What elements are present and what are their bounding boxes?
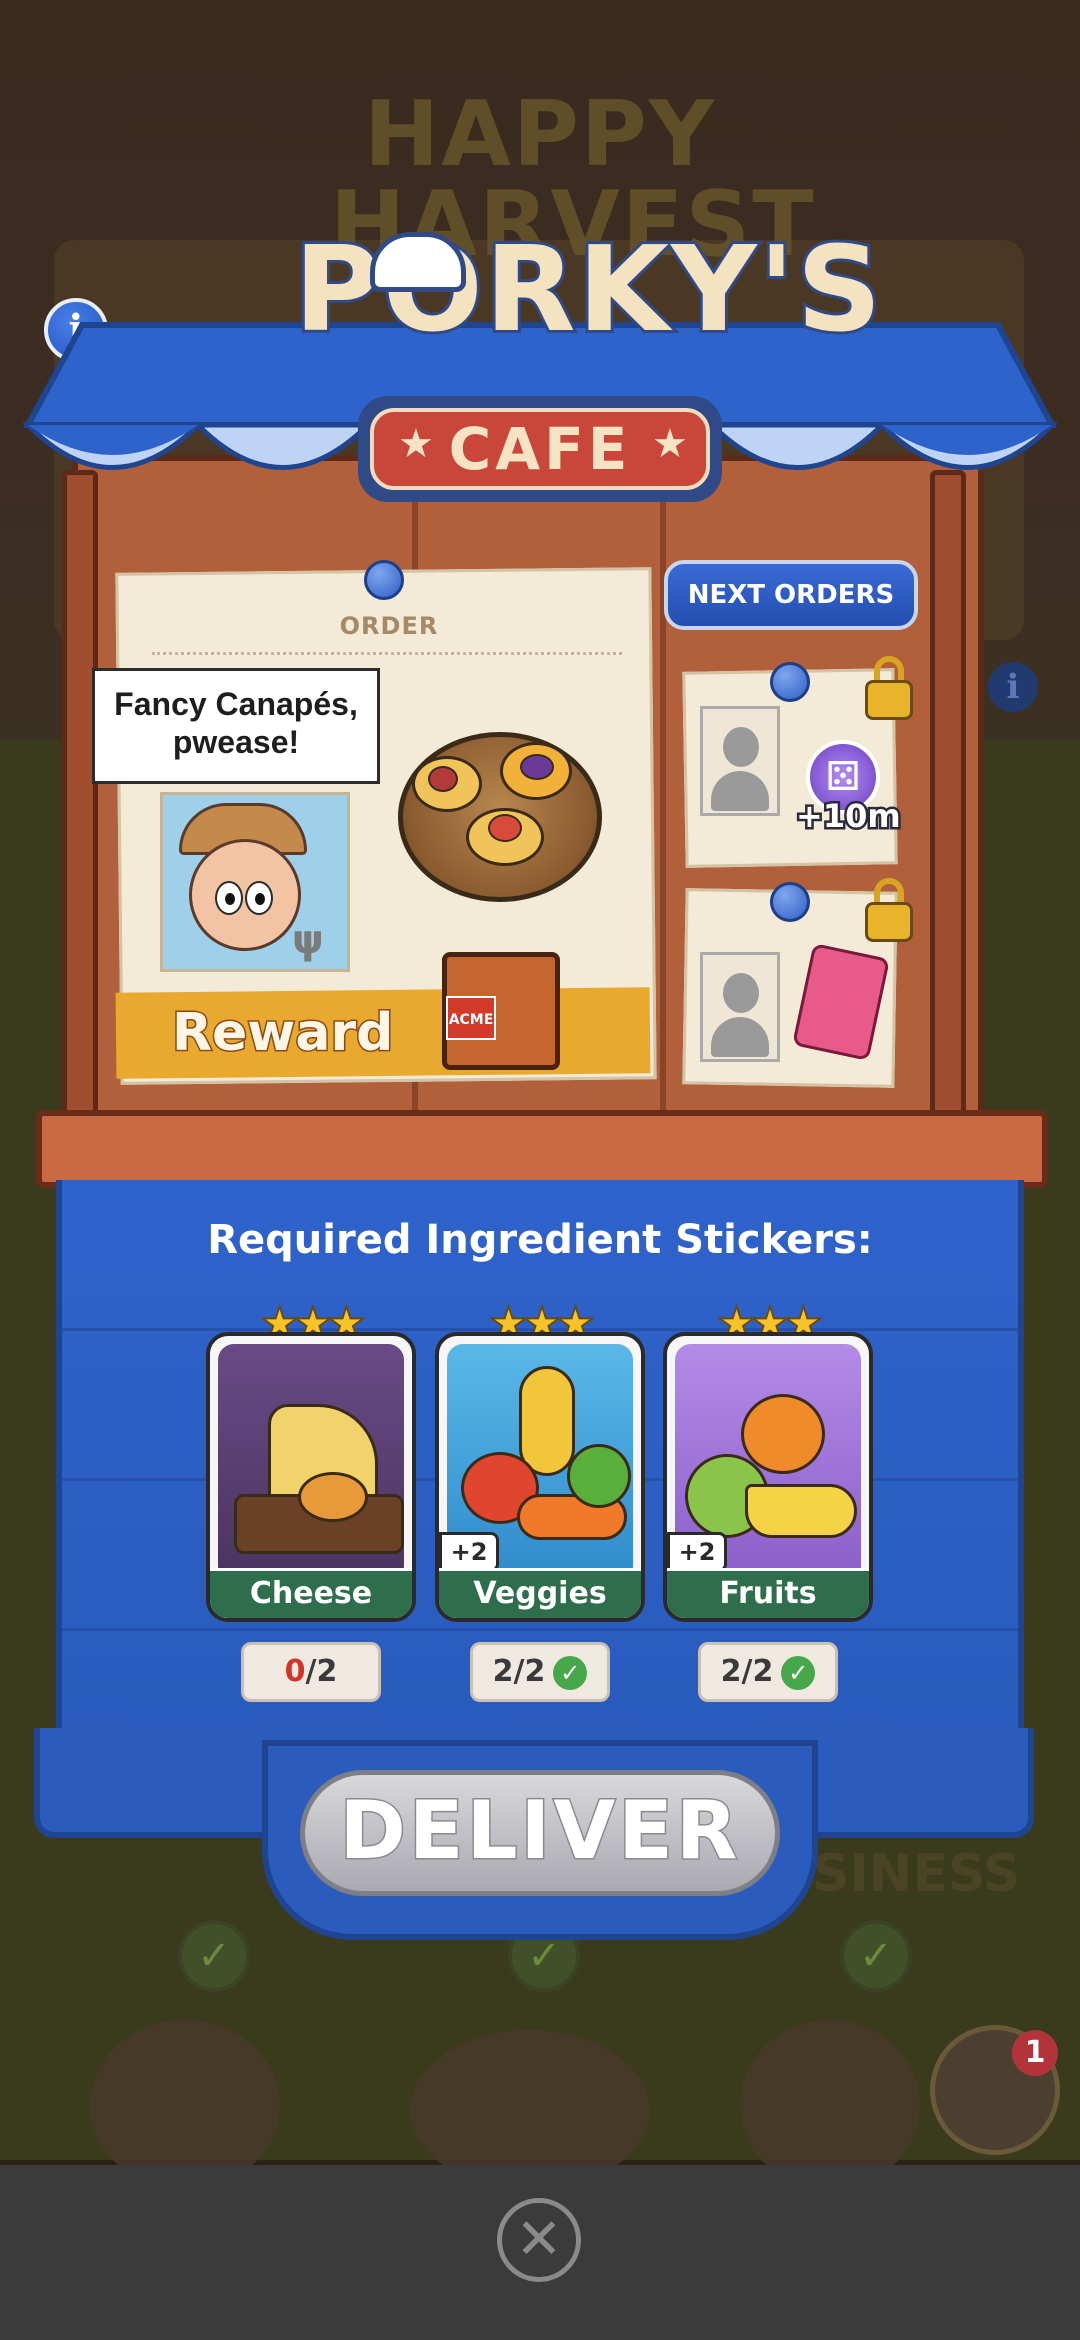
card-name: Fruits xyxy=(719,1576,817,1611)
check-icon: ✓ xyxy=(553,1655,588,1690)
cheese-wheel-icon xyxy=(298,1472,368,1522)
character-pupil xyxy=(255,893,265,905)
lock-icon xyxy=(865,902,913,942)
background-check-icon: ✓ xyxy=(840,1920,912,1992)
lock-icon xyxy=(865,680,913,720)
broccoli-icon xyxy=(567,1444,631,1508)
background-ghost-word: SINESS xyxy=(812,1844,1021,1904)
chef-hat-icon xyxy=(370,232,466,292)
check-icon: ✓ xyxy=(781,1655,816,1690)
next-order-reward-text: +10m xyxy=(794,797,904,835)
pin-icon xyxy=(364,560,404,600)
character-pupil xyxy=(225,893,235,905)
close-button[interactable]: ✕ xyxy=(497,2198,581,2282)
reward-label: Reward xyxy=(170,1002,394,1065)
fork-icon: ψ xyxy=(292,917,324,963)
sign-title: PORKY'S xyxy=(291,220,885,358)
notification-badge: 1 xyxy=(1012,2030,1058,2076)
count-separator: / xyxy=(305,1654,317,1689)
shop-post-right xyxy=(930,470,966,1140)
count-separator: / xyxy=(741,1654,753,1689)
order-label: ORDER xyxy=(339,612,439,640)
need-count: 2 xyxy=(316,1654,338,1689)
sticker-card-cheese[interactable]: Cheese xyxy=(206,1332,416,1622)
fig-icon xyxy=(428,766,458,792)
order-divider xyxy=(152,652,622,655)
wall-plank xyxy=(660,470,666,1120)
star-icon: ★ xyxy=(652,421,688,467)
sticker-card-fruits[interactable]: +2 Fruits xyxy=(663,1332,873,1622)
background-info-icon: i xyxy=(988,662,1038,712)
speech-bubble: Fancy Canapés, pwease! xyxy=(92,668,380,784)
corn-icon xyxy=(519,1366,575,1476)
customer-silhouette-icon xyxy=(700,952,780,1062)
duplicate-tag: +2 xyxy=(667,1532,727,1572)
need-count: 2 xyxy=(752,1654,774,1689)
have-count: 2 xyxy=(720,1654,742,1689)
need-count: 2 xyxy=(524,1654,546,1689)
progress-pill: 2/2 ✓ xyxy=(470,1642,610,1702)
berry-icon xyxy=(520,754,554,780)
pin-icon xyxy=(770,662,810,702)
duplicate-tag: +2 xyxy=(439,1532,499,1572)
progress-pill: 2/2 ✓ xyxy=(698,1642,838,1702)
acme-crate-label: ACME xyxy=(446,996,496,1040)
sticker-card-veggies[interactable]: +2 Veggies xyxy=(435,1332,645,1622)
customer-silhouette-icon xyxy=(700,706,780,816)
card-name: Veggies xyxy=(473,1576,607,1611)
tomato-icon xyxy=(488,814,522,842)
ingredients-title: Required Ingredient Stickers: xyxy=(207,1217,873,1263)
deliver-button[interactable]: DELIVER xyxy=(300,1770,780,1896)
card-name: Cheese xyxy=(249,1576,373,1611)
shop-counter xyxy=(36,1110,1048,1188)
banana-icon xyxy=(745,1484,857,1538)
cheese-art xyxy=(218,1344,404,1582)
orange-icon xyxy=(741,1394,825,1474)
star-icon: ★ xyxy=(398,421,434,467)
background-check-icon: ✓ xyxy=(178,1920,250,1992)
next-orders-button[interactable]: NEXT ORDERS xyxy=(664,560,918,630)
progress-pill: 0/2 xyxy=(241,1642,381,1702)
have-count: 2 xyxy=(492,1654,514,1689)
panel-plank xyxy=(62,1628,1018,1631)
count-separator: / xyxy=(513,1654,525,1689)
have-count: 0 xyxy=(284,1654,306,1689)
pin-icon xyxy=(770,882,810,922)
shop-post-left xyxy=(62,470,98,1140)
